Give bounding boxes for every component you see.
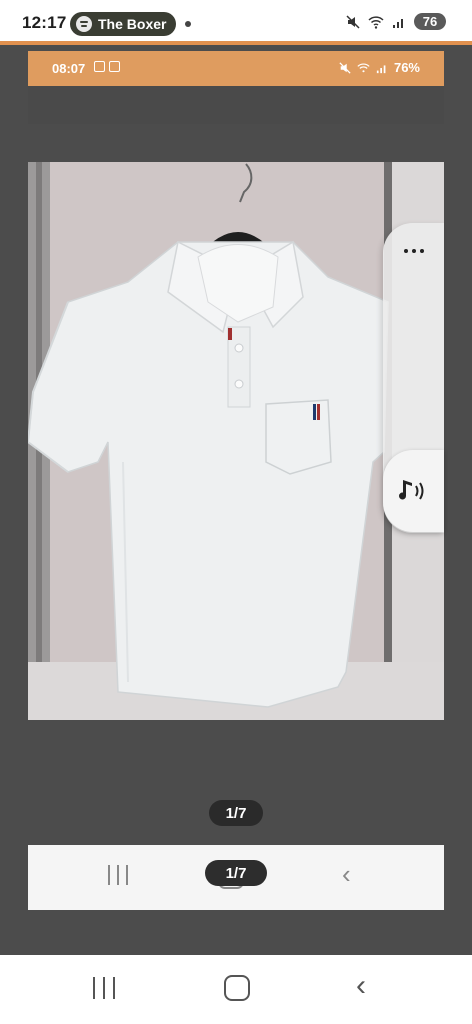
more-dots-icon <box>403 249 408 253</box>
sound-button[interactable] <box>383 450 444 532</box>
sound-icon <box>398 480 423 500</box>
wifi-icon <box>357 62 370 72</box>
recents-icon <box>108 865 128 885</box>
more-dots-icon <box>419 249 424 253</box>
polo-shirt-image <box>28 162 444 720</box>
edge-panel[interactable] <box>383 223 444 533</box>
signal-icon <box>376 64 386 73</box>
gallery-icon <box>109 61 120 72</box>
inner-battery-percent: 76% <box>393 60 420 75</box>
navigation-bar: ‹ <box>0 955 472 1024</box>
wifi-icon <box>368 15 384 29</box>
status-icons: 76 <box>346 13 446 30</box>
mute-icon <box>346 14 360 29</box>
now-playing-title: The Boxer <box>98 16 167 32</box>
more-options-button[interactable] <box>383 233 444 269</box>
inner-app-bar <box>28 86 444 124</box>
image-counter: 1/7 <box>209 800 263 826</box>
inner-notification-icons <box>94 61 120 72</box>
inner-status-bar: 08:07 76% <box>28 51 444 86</box>
inner-status-icons: 76% <box>339 60 420 75</box>
back-button[interactable]: ‹ <box>356 971 366 1001</box>
battery-level-badge: 76 <box>414 13 446 30</box>
inner-image-counter: 1/7 <box>205 860 267 886</box>
recents-button[interactable] <box>93 977 115 999</box>
product-photo[interactable] <box>28 162 444 720</box>
more-dots-icon <box>411 249 416 253</box>
spotify-icon <box>76 16 92 32</box>
mute-icon <box>339 61 351 74</box>
back-icon: ‹ <box>342 859 351 889</box>
notification-dot-icon <box>185 21 191 27</box>
home-button[interactable] <box>224 975 250 1001</box>
signal-icon <box>393 18 403 28</box>
status-bar: 12:17 The Boxer 76 <box>0 0 472 44</box>
calendar-icon <box>94 61 105 72</box>
inner-status-time: 08:07 <box>52 61 86 76</box>
now-playing-chip[interactable]: The Boxer <box>70 12 177 36</box>
status-time: 12:17 <box>22 13 67 32</box>
